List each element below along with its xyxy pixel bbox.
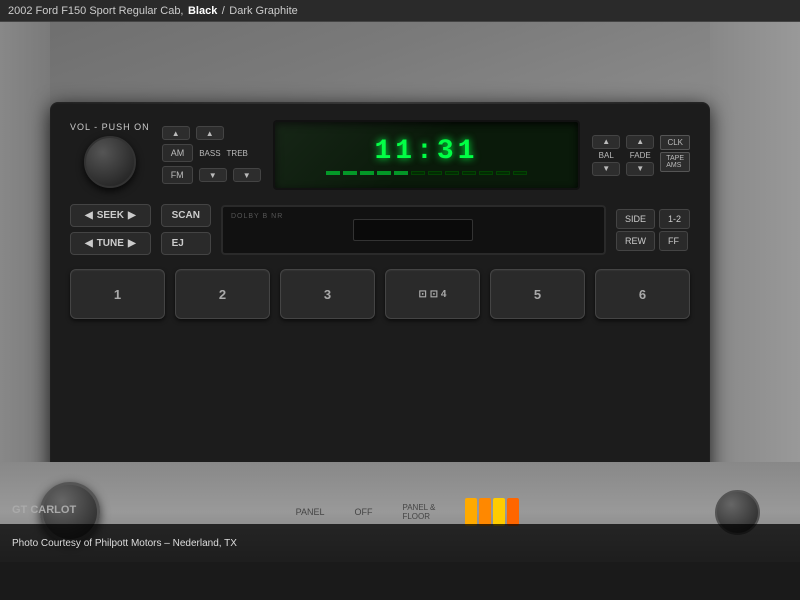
volume-knob[interactable] (84, 136, 136, 188)
dolby-label: DOLBY B NR (231, 213, 283, 220)
panel-label: PANEL (296, 507, 325, 517)
eject-button[interactable]: EJ (161, 232, 211, 255)
radio-top-section: VOL - PUSH ON ▲ ▲ AM BASS TREB FM ▼ ▼ (70, 120, 690, 190)
vol-label: VOL - PUSH ON (70, 122, 150, 132)
radio-unit: VOL - PUSH ON ▲ ▲ AM BASS TREB FM ▼ ▼ (50, 102, 710, 482)
am-button[interactable]: AM (162, 144, 194, 162)
seek-button[interactable]: ◀ SEEK ▶ (70, 204, 151, 227)
panel-floor-label: PANEL & FLOOR (402, 503, 435, 521)
top-bar: 2002 Ford F150 Sport Regular Cab, Black … (0, 0, 800, 22)
prog-seg-3 (360, 171, 374, 175)
treb-up-button[interactable]: ▲ (196, 126, 224, 140)
main-photo: VOL - PUSH ON ▲ ▲ AM BASS TREB FM ▼ ▼ (0, 22, 800, 562)
bal-down-button[interactable]: ▼ (592, 162, 620, 176)
12-button[interactable]: 1-2 (659, 209, 690, 229)
preset-6-label: 6 (639, 287, 646, 302)
tape-ams-button[interactable]: TAPE AMS (660, 152, 690, 172)
time-display: 11:31 (374, 136, 478, 167)
radio-middle-section: ◀ SEEK ▶ ◀ TUNE ▶ SCAN EJ DOLBY B NR (70, 204, 690, 255)
cassette-slot-inner (353, 219, 473, 241)
prog-seg-10 (479, 171, 493, 175)
color-separator: / (222, 5, 225, 17)
preset-5-button[interactable]: 5 (490, 269, 585, 319)
prog-seg-8 (445, 171, 459, 175)
prog-seg-4 (377, 171, 391, 175)
fm-row: FM ▼ ▼ (162, 166, 261, 184)
preset-5-label: 5 (534, 287, 541, 302)
bass-label: BASS (199, 149, 220, 158)
tune-left-icon: ◀ (85, 238, 93, 249)
color-primary: Black (188, 5, 217, 17)
bal-up-button[interactable]: ▲ (592, 135, 620, 149)
freq-controls: ▲ ▲ AM BASS TREB FM ▼ ▼ (162, 126, 261, 184)
treb-label: TREB (227, 149, 248, 158)
scan-button[interactable]: SCAN (161, 204, 211, 227)
prog-seg-7 (428, 171, 442, 175)
volume-knob-area: VOL - PUSH ON (70, 122, 150, 188)
scan-ej-area: SCAN EJ (161, 204, 211, 255)
display-screen: 11:31 (273, 120, 581, 190)
am-fm-row: ▲ ▲ (162, 126, 261, 140)
preset-1-label: 1 (114, 287, 121, 302)
seek-left-icon: ◀ (85, 210, 93, 221)
off-label: OFF (354, 507, 372, 517)
treb-down-button[interactable]: ▼ (233, 168, 261, 182)
clk-button[interactable]: CLK (660, 135, 690, 150)
side-rew-ff-controls: SIDE 1-2 REW FF (616, 209, 690, 251)
clk-tape-col: CLK TAPE AMS (660, 135, 690, 172)
bal-col: ▲ BAL ▼ (592, 135, 620, 176)
right-controls: ▲ BAL ▼ ▲ FADE ▼ CLK TAPE AMS (592, 135, 690, 176)
tune-button[interactable]: ◀ TUNE ▶ (70, 232, 151, 255)
fade-label: FADE (630, 151, 651, 160)
seek-label: SEEK (97, 210, 124, 221)
preset-4-button[interactable]: ⊡ 4 (385, 269, 480, 319)
photo-caption-text: Photo Courtesy of Philpott Motors – Nede… (12, 538, 237, 549)
rew-button[interactable]: REW (616, 231, 655, 251)
seek-right-icon: ▶ (128, 210, 136, 221)
preset-3-button[interactable]: 3 (280, 269, 375, 319)
bal-label: BAL (599, 151, 614, 160)
progress-bar (326, 171, 527, 175)
fade-down-button[interactable]: ▼ (626, 162, 654, 176)
seek-tune-area: ◀ SEEK ▶ ◀ TUNE ▶ (70, 204, 151, 255)
preset-1-button[interactable]: 1 (70, 269, 165, 319)
preset-2-label: 2 (219, 287, 226, 302)
color-secondary: Dark Graphite (229, 5, 297, 17)
radio-reflection (50, 102, 710, 104)
fade-up-button[interactable]: ▲ (626, 135, 654, 149)
prog-seg-2 (343, 171, 357, 175)
bass-up-button[interactable]: ▲ (162, 126, 190, 140)
prog-seg-5 (394, 171, 408, 175)
cassette-slot[interactable]: DOLBY B NR (221, 205, 606, 255)
preset-buttons-row: 1 2 3 ⊡ 4 5 6 (70, 269, 690, 319)
prog-seg-11 (496, 171, 510, 175)
preset-3-label: 3 (324, 287, 331, 302)
fade-col: ▲ FADE ▼ (626, 135, 654, 176)
fm-button[interactable]: FM (162, 166, 193, 184)
side-button[interactable]: SIDE (616, 209, 655, 229)
prog-seg-1 (326, 171, 340, 175)
photo-caption-bar: Photo Courtesy of Philpott Motors – Nede… (0, 524, 800, 562)
prog-seg-9 (462, 171, 476, 175)
preset-4-label: ⊡ 4 (419, 289, 447, 300)
prog-seg-6 (411, 171, 425, 175)
bass-down-button[interactable]: ▼ (199, 168, 227, 182)
vehicle-title: 2002 Ford F150 Sport Regular Cab, (8, 5, 184, 17)
gtcarlot-logo: GT CARLOT (12, 504, 76, 516)
prog-seg-12 (513, 171, 527, 175)
preset-6-button[interactable]: 6 (595, 269, 690, 319)
preset-2-button[interactable]: 2 (175, 269, 270, 319)
am-fm-labels-row: AM BASS TREB (162, 144, 261, 162)
color-flap (465, 498, 519, 526)
ff-button[interactable]: FF (659, 231, 688, 251)
tune-right-icon: ▶ (128, 238, 136, 249)
tune-label: TUNE (97, 238, 124, 249)
